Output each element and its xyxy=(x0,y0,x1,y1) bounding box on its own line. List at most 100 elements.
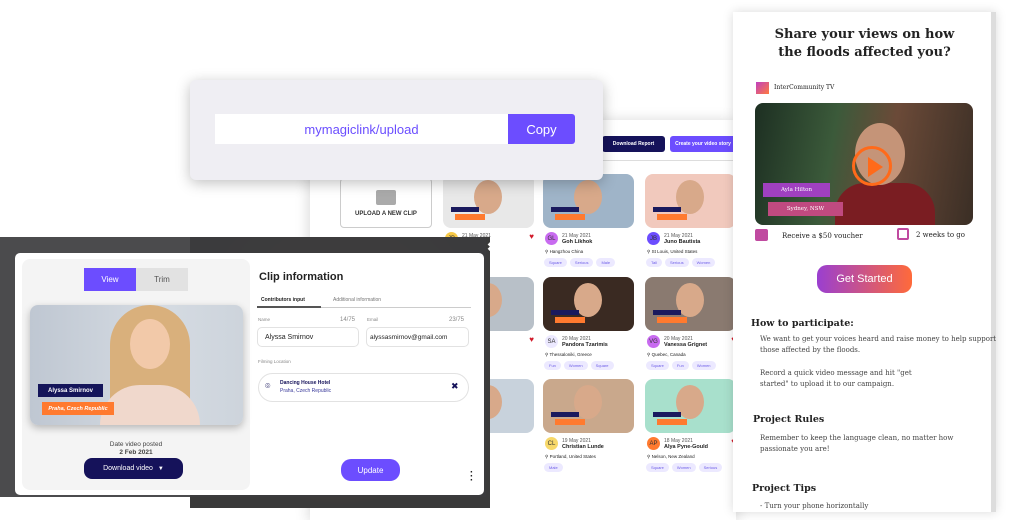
location-pin-icon: ⌾ xyxy=(265,381,271,391)
name-field[interactable]: Alyssa Smirnov xyxy=(257,327,359,347)
clip-card[interactable]: GL 21 May 2021 Goh Likhok ⚲ Hangzhou Chi… xyxy=(543,174,634,276)
heart-icon[interactable]: ♥ xyxy=(529,232,534,241)
tab-contributors[interactable]: Contributors input xyxy=(261,297,305,303)
copy-button[interactable]: Copy xyxy=(508,114,575,144)
magic-link-input[interactable]: mymagiclink/upload xyxy=(215,114,508,144)
tag[interactable]: Women xyxy=(691,361,716,370)
contributor-name: Vanessa Grignet xyxy=(664,342,708,348)
remove-location-icon[interactable]: ✖ xyxy=(451,381,459,392)
name-count: 14/75 xyxy=(340,317,356,323)
thumbnail-location-tag xyxy=(657,419,687,425)
play-icon[interactable] xyxy=(852,146,892,186)
tag-list: Fun Women Square xyxy=(544,361,614,370)
tag[interactable]: Male xyxy=(544,463,563,472)
upload-clip-button[interactable]: UPLOAD A NEW CLIP xyxy=(340,178,432,228)
tag[interactable]: Square xyxy=(646,361,669,370)
overlay-name: Alyssa Smirnov xyxy=(38,384,103,397)
clip-thumbnail[interactable] xyxy=(645,277,736,331)
tag[interactable]: Fun xyxy=(671,361,689,370)
video-name: Ayla Hilton xyxy=(763,183,830,197)
clip-thumbnail[interactable] xyxy=(443,174,534,228)
trim-toggle[interactable]: Trim xyxy=(136,268,188,291)
voucher-text: Receive a $50 voucher xyxy=(782,232,863,240)
clip-card[interactable]: AP 18 May 2021 Alya Pyne-Gould ⚲ Nelson,… xyxy=(645,379,736,481)
download-report-button[interactable]: Download Report xyxy=(602,136,665,152)
avatar: AP xyxy=(647,437,660,450)
email-label: Email xyxy=(367,317,379,322)
thumbnail-name-tag xyxy=(451,207,479,212)
clip-location: ⚲ Quebec, Canada xyxy=(647,352,686,358)
filming-location-label: Filming Location xyxy=(258,359,291,364)
calendar-icon xyxy=(897,228,909,240)
thumbnail-name-tag xyxy=(653,207,681,212)
location-name: Dancing House Hotel xyxy=(280,380,331,386)
tag[interactable]: Square xyxy=(646,463,669,472)
tag[interactable]: Women xyxy=(691,258,716,267)
clip-thumbnail[interactable] xyxy=(543,174,634,228)
upload-label: UPLOAD A NEW CLIP xyxy=(355,210,417,217)
gift-icon xyxy=(755,229,768,241)
contributor-name: Juno Bautista xyxy=(664,239,701,245)
clip-card[interactable]: SA 20 May 2021 Pandora Tzarimis ⚲ Thessa… xyxy=(543,277,634,379)
tag[interactable]: Male xyxy=(596,258,616,267)
more-options-icon[interactable]: · · · xyxy=(470,468,473,486)
tag[interactable]: Fun xyxy=(544,361,561,370)
clip-video[interactable]: Alyssa Smirnov Praha, Czech Republic xyxy=(30,305,243,425)
folder-icon xyxy=(376,189,396,205)
contributor-name: Goh Likhok xyxy=(562,239,593,245)
tag[interactable]: Women xyxy=(563,361,588,370)
tag[interactable]: Serious xyxy=(698,463,723,472)
date-value: 2 Feb 2021 xyxy=(119,449,153,456)
create-story-button[interactable]: Create your video story xyxy=(670,136,736,152)
clip-card[interactable]: CL 19 May 2021 Christian Lunde ⚲ Portlan… xyxy=(543,379,634,481)
how-text-1: We want to get your voices heard and rai… xyxy=(760,335,997,354)
view-toggle[interactable]: View xyxy=(84,268,136,291)
campaign-video[interactable]: Ayla Hilton Sydney, NSW xyxy=(755,103,973,225)
avatar: SA xyxy=(545,335,558,348)
contributor-name: Christian Lunde xyxy=(562,444,604,450)
deadline-text: 2 weeks to go xyxy=(916,231,965,239)
tag[interactable]: Tall xyxy=(646,258,663,267)
update-button[interactable]: Update xyxy=(341,459,400,481)
tab-additional[interactable]: Additional information xyxy=(333,297,381,303)
pin-icon: ⚲ xyxy=(647,454,651,459)
tag[interactable]: Serious xyxy=(665,258,689,267)
clip-card[interactable]: JB 21 May 2021 Juno Bautista ⚲ St Louis,… xyxy=(645,174,736,276)
pin-icon: ⚲ xyxy=(545,352,549,357)
avatar: GL xyxy=(545,232,558,245)
video-location: Sydney, NSW xyxy=(768,202,843,216)
clip-thumbnail[interactable] xyxy=(645,379,736,433)
pin-icon: ⚲ xyxy=(545,249,549,254)
clip-modal: View Trim Alyssa Smirnov Praha, Czech Re… xyxy=(15,253,484,495)
campaign-page: Share your views on how the floods affec… xyxy=(733,12,996,512)
clip-card[interactable]: VG 20 May 2021 Vanessa Grignet ⚲ Quebec,… xyxy=(645,277,736,379)
heart-icon[interactable]: ♥ xyxy=(529,335,534,344)
tag-list: Square Serious Male xyxy=(544,258,616,267)
download-label: Download video xyxy=(103,465,153,472)
clip-info-title: Clip information xyxy=(259,271,344,283)
video-body xyxy=(835,183,935,225)
location-chip[interactable]: ⌾ Dancing House Hotel Praha, Czech Repub… xyxy=(258,373,469,402)
brand-logo xyxy=(756,82,769,94)
tips-text: - Turn your phone horizontally xyxy=(760,502,869,510)
tag[interactable]: Square xyxy=(544,258,567,267)
tag[interactable]: Serious xyxy=(569,258,594,267)
tag[interactable]: Women xyxy=(671,463,696,472)
how-title: How to participate: xyxy=(751,318,854,329)
avatar: CL xyxy=(545,437,558,450)
clip-thumbnail[interactable] xyxy=(543,277,634,331)
location-text: St Louis, United States xyxy=(651,249,698,254)
get-started-button[interactable]: Get Started xyxy=(817,265,912,293)
email-count: 23/75 xyxy=(449,317,465,323)
brand-name: InterCommunity TV xyxy=(774,84,835,91)
download-video-button[interactable]: Download video ▼ xyxy=(84,458,183,479)
tag[interactable]: Square xyxy=(590,361,614,370)
email-field[interactable]: alyssasmirnov@gmail.com xyxy=(366,327,469,347)
thumbnail-name-tag xyxy=(551,412,579,417)
clip-thumbnail[interactable] xyxy=(543,379,634,433)
thumbnail-name-tag xyxy=(653,310,681,315)
close-icon[interactable]: ✖ xyxy=(487,240,497,254)
avatar: JB xyxy=(647,232,660,245)
name-label: Name xyxy=(258,317,271,322)
clip-thumbnail[interactable] xyxy=(645,174,736,228)
